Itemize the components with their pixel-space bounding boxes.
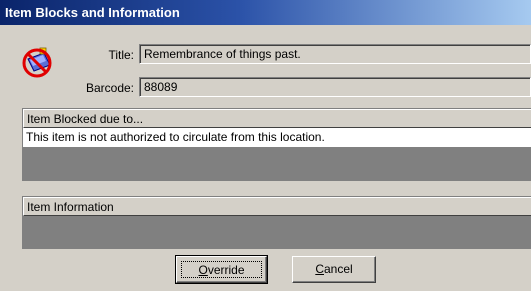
dialog-title: Item Blocks and Information: [5, 5, 180, 20]
cancel-mnemonic: C: [315, 262, 324, 276]
dialog-title-bar: Item Blocks and Information: [0, 0, 531, 25]
override-button[interactable]: Override: [175, 255, 268, 284]
override-label: verride: [207, 263, 245, 277]
item-information-column-header[interactable]: Item Information: [23, 197, 531, 216]
list-item[interactable]: This item is not authorized to circulate…: [23, 128, 531, 147]
item-information-list[interactable]: Item Information: [22, 196, 531, 249]
override-focus-ring: Override: [181, 261, 262, 278]
title-label: Title:: [108, 48, 134, 62]
title-field[interactable]: Remembrance of things past.: [139, 44, 531, 64]
cancel-label: ancel: [323, 262, 353, 276]
item-blocked-column-header[interactable]: Item Blocked due to...: [23, 109, 531, 128]
item-blocks-dialog: Item Blocks and Information Title: Remem…: [0, 0, 531, 291]
override-mnemonic: O: [198, 263, 208, 277]
cancel-button[interactable]: Cancel: [292, 256, 376, 283]
item-blocked-list[interactable]: Item Blocked due to... This item is not …: [22, 108, 531, 181]
barcode-field[interactable]: 88089: [139, 77, 531, 97]
barcode-label: Barcode:: [85, 81, 134, 95]
blocked-item-icon: [20, 45, 56, 79]
